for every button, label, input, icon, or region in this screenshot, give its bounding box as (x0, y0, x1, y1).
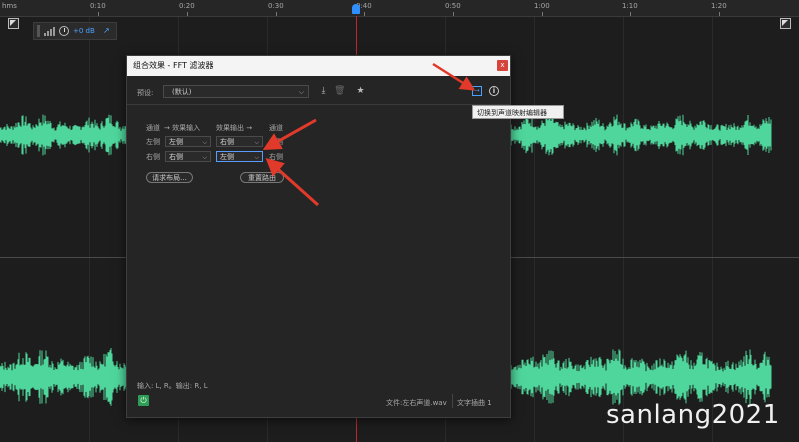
pin-icon[interactable]: ↗ (103, 26, 113, 36)
gain-readout: +0 dB (73, 27, 95, 35)
row-right-label: 右侧 (146, 153, 160, 161)
zoom-corner-left-icon[interactable] (8, 18, 19, 29)
chevron-down-icon: ⌵ (254, 154, 259, 161)
row-left-target: 左侧 (269, 138, 283, 146)
ruler-label: 0:10 (90, 2, 106, 10)
io-summary: 输入: L, R。输出: R, L (137, 382, 208, 390)
channel-map-switch-icon[interactable]: → (472, 86, 482, 96)
header-effect-output: 效果输出 → (216, 124, 253, 132)
zoom-corner-right-icon[interactable] (780, 18, 791, 29)
ruler-tick (98, 12, 99, 16)
close-button[interactable]: x (497, 60, 508, 71)
save-preset-icon[interactable]: ⤓ (318, 86, 329, 97)
ruler-label: hms (2, 2, 17, 10)
audio-editor-window: hms 0:10 0:20 0:30 0:40 0:50 1:00 1:10 1:20 +0 d… (0, 0, 799, 442)
reset-routing-button[interactable]: 重置路由 (240, 172, 284, 183)
status-separator (452, 394, 453, 408)
chevron-down-icon: ⌵ (254, 139, 259, 146)
header-channel-in: 通道 (146, 124, 160, 132)
playhead-handle[interactable] (352, 4, 360, 14)
ruler-tick (187, 12, 188, 16)
ruler-tick (364, 12, 365, 16)
ruler-tick (719, 12, 720, 16)
right-output-value: 左侧 (220, 153, 234, 161)
ruler-label: 0:30 (268, 2, 284, 10)
info-icon[interactable]: i (489, 86, 499, 96)
chevron-down-icon: ⌵ (202, 139, 207, 146)
ruler-tick (542, 12, 543, 16)
favorite-star-icon[interactable]: ★ (355, 86, 366, 97)
status-track: 文字插曲 1 (457, 399, 492, 407)
preset-select[interactable]: (默认) ⌵ (163, 85, 309, 98)
chevron-down-icon: ⌵ (298, 88, 304, 96)
status-file: 文件:左右声道.wav (386, 399, 447, 407)
right-input-select[interactable]: 右侧 ⌵ (165, 151, 211, 162)
request-layout-button[interactable]: 请求布局... (146, 172, 193, 183)
level-bars-icon (44, 26, 55, 36)
ruler-tick (453, 12, 454, 16)
left-input-select[interactable]: 左侧 ⌵ (165, 136, 211, 147)
row-left-label: 左侧 (146, 138, 160, 146)
gain-knob[interactable] (59, 26, 69, 36)
preset-row: 预设: (默认) ⌵ ⤓ 🗑 ★ → i (127, 82, 510, 105)
delete-preset-icon[interactable]: 🗑 (334, 86, 345, 97)
ruler-label: 1:00 (534, 2, 550, 10)
ruler-label: 1:20 (711, 2, 727, 10)
right-input-value: 右侧 (169, 153, 183, 161)
hud-grip-icon[interactable] (37, 25, 40, 37)
left-output-value: 右侧 (220, 138, 234, 146)
header-channel-out: 通道 (269, 124, 283, 132)
preset-value: (默认) (172, 88, 192, 96)
hud-panel: +0 dB ↗ (33, 22, 117, 40)
ruler-tick (276, 12, 277, 16)
dialog-titlebar[interactable]: 组合效果 - FFT 滤波器 x (127, 56, 510, 76)
switch-tooltip: 切换到声道映射编辑器 (472, 105, 564, 119)
chevron-down-icon: ⌵ (202, 154, 207, 161)
timeline-ruler[interactable]: hms 0:10 0:20 0:30 0:40 0:50 1:00 1:10 1:20 (0, 0, 799, 17)
dialog-title: 组合效果 - FFT 滤波器 (133, 61, 214, 70)
ruler-label: 0:20 (179, 2, 195, 10)
preset-label: 预设: (137, 89, 154, 97)
power-toggle-icon[interactable]: ⏻ (138, 395, 149, 406)
left-input-value: 左侧 (169, 138, 183, 146)
row-right-target: 右侧 (269, 153, 283, 161)
right-output-select[interactable]: 左侧 ⌵ (216, 151, 263, 162)
ruler-label: 0:50 (445, 2, 461, 10)
left-output-select[interactable]: 右侧 ⌵ (216, 136, 263, 147)
ruler-tick (630, 12, 631, 16)
fft-filter-dialog: 组合效果 - FFT 滤波器 x 预设: (默认) ⌵ ⤓ 🗑 ★ → i 通道… (126, 55, 511, 418)
header-effect-input: → 效果输入 (164, 124, 201, 132)
watermark: sanlang2021 (606, 400, 780, 430)
ruler-label: 1:10 (622, 2, 638, 10)
